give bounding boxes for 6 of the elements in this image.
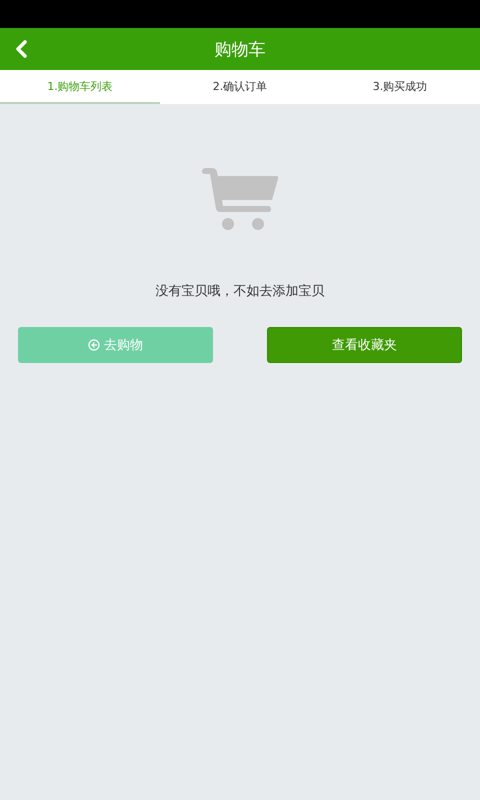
empty-cart-message: 没有宝贝哦，不如去添加宝贝 <box>154 283 326 300</box>
back-circle-icon <box>88 339 100 351</box>
page-title: 购物车 <box>214 38 266 60</box>
go-shopping-button[interactable]: 去购物 <box>18 327 213 363</box>
cart-icon <box>200 168 280 232</box>
favorites-button[interactable]: 查看收藏夹 <box>267 327 462 363</box>
